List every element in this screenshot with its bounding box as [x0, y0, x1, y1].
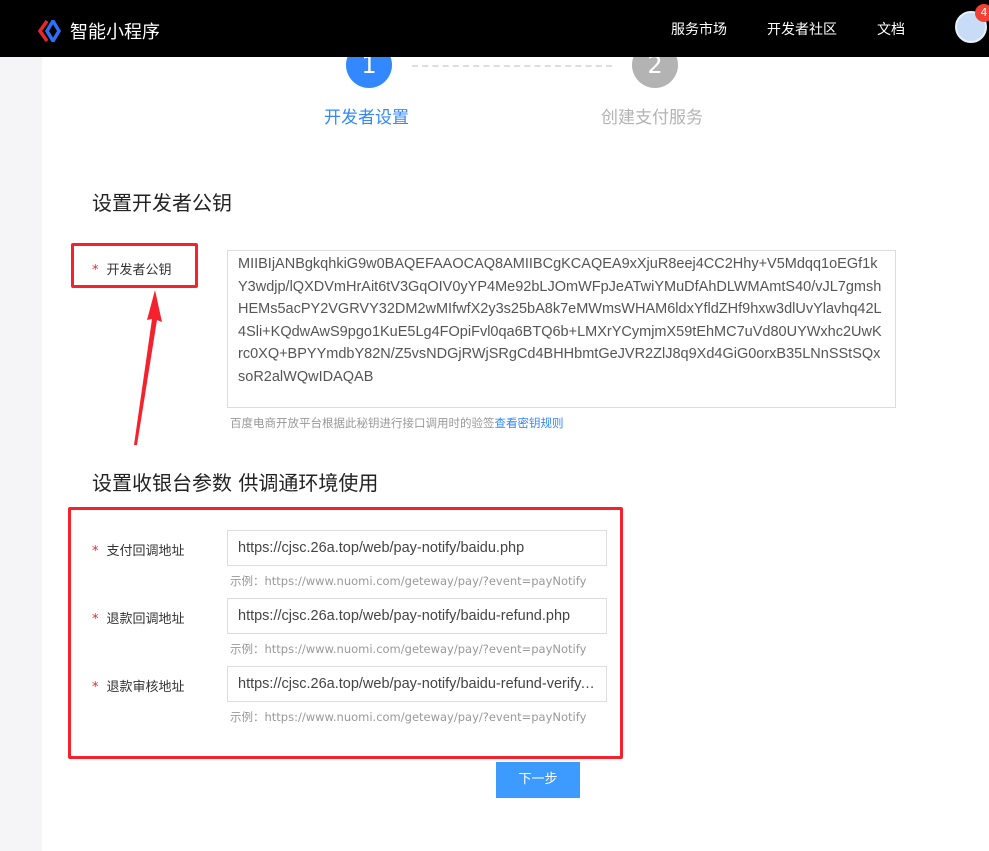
step-1-label: 开发者设置: [324, 108, 409, 128]
nav-developer-community[interactable]: 开发者社区: [767, 19, 837, 39]
public-key-help: 百度电商开放平台根据此秘钥进行接口调用时的验签查看密钥规则: [230, 416, 564, 430]
refund-verify-label: * 退款审核地址: [92, 680, 185, 695]
nav-docs[interactable]: 文档: [877, 19, 905, 39]
step-2-label: 创建支付服务: [601, 108, 703, 128]
next-step-button[interactable]: 下一步: [496, 762, 580, 798]
refund-verify-hint: 示例：https://www.nuomi.com/geteway/pay/?ev…: [230, 710, 587, 724]
refund-callback-input[interactable]: https://cjsc.26a.top/web/pay-notify/baid…: [227, 598, 607, 634]
nav-service-market[interactable]: 服务市场: [671, 19, 727, 39]
step-connector: [412, 65, 612, 67]
app-title: 智能小程序: [70, 22, 160, 43]
section-cashier-title: 设置收银台参数 供调通环境使用: [92, 471, 379, 495]
pay-callback-hint: 示例：https://www.nuomi.com/geteway/pay/?ev…: [230, 574, 587, 588]
public-key-label: * 开发者公钥: [92, 263, 172, 278]
logo[interactable]: 智能小程序: [38, 18, 160, 44]
brand-logo-icon: [38, 20, 62, 42]
refund-callback-label: * 退款回调地址: [92, 612, 185, 627]
section-public-key-title: 设置开发者公钥: [92, 191, 232, 215]
key-rules-link[interactable]: 查看密钥规则: [495, 416, 564, 430]
refund-verify-input[interactable]: https://cjsc.26a.top/web/pay-notify/baid…: [227, 666, 607, 702]
pay-callback-label: * 支付回调地址: [92, 544, 185, 559]
public-key-textarea[interactable]: MIIBIjANBgkqhkiG9w0BAQEFAAOCAQ8AMIIBCgKC…: [227, 250, 896, 408]
annotation-arrow-icon: [134, 290, 162, 445]
notification-badge: 4: [975, 4, 989, 22]
pay-callback-input[interactable]: https://cjsc.26a.top/web/pay-notify/baid…: [227, 530, 607, 566]
refund-callback-hint: 示例：https://www.nuomi.com/geteway/pay/?ev…: [230, 642, 587, 656]
top-header: 智能小程序 服务市场 开发者社区 文档 4: [0, 0, 989, 57]
